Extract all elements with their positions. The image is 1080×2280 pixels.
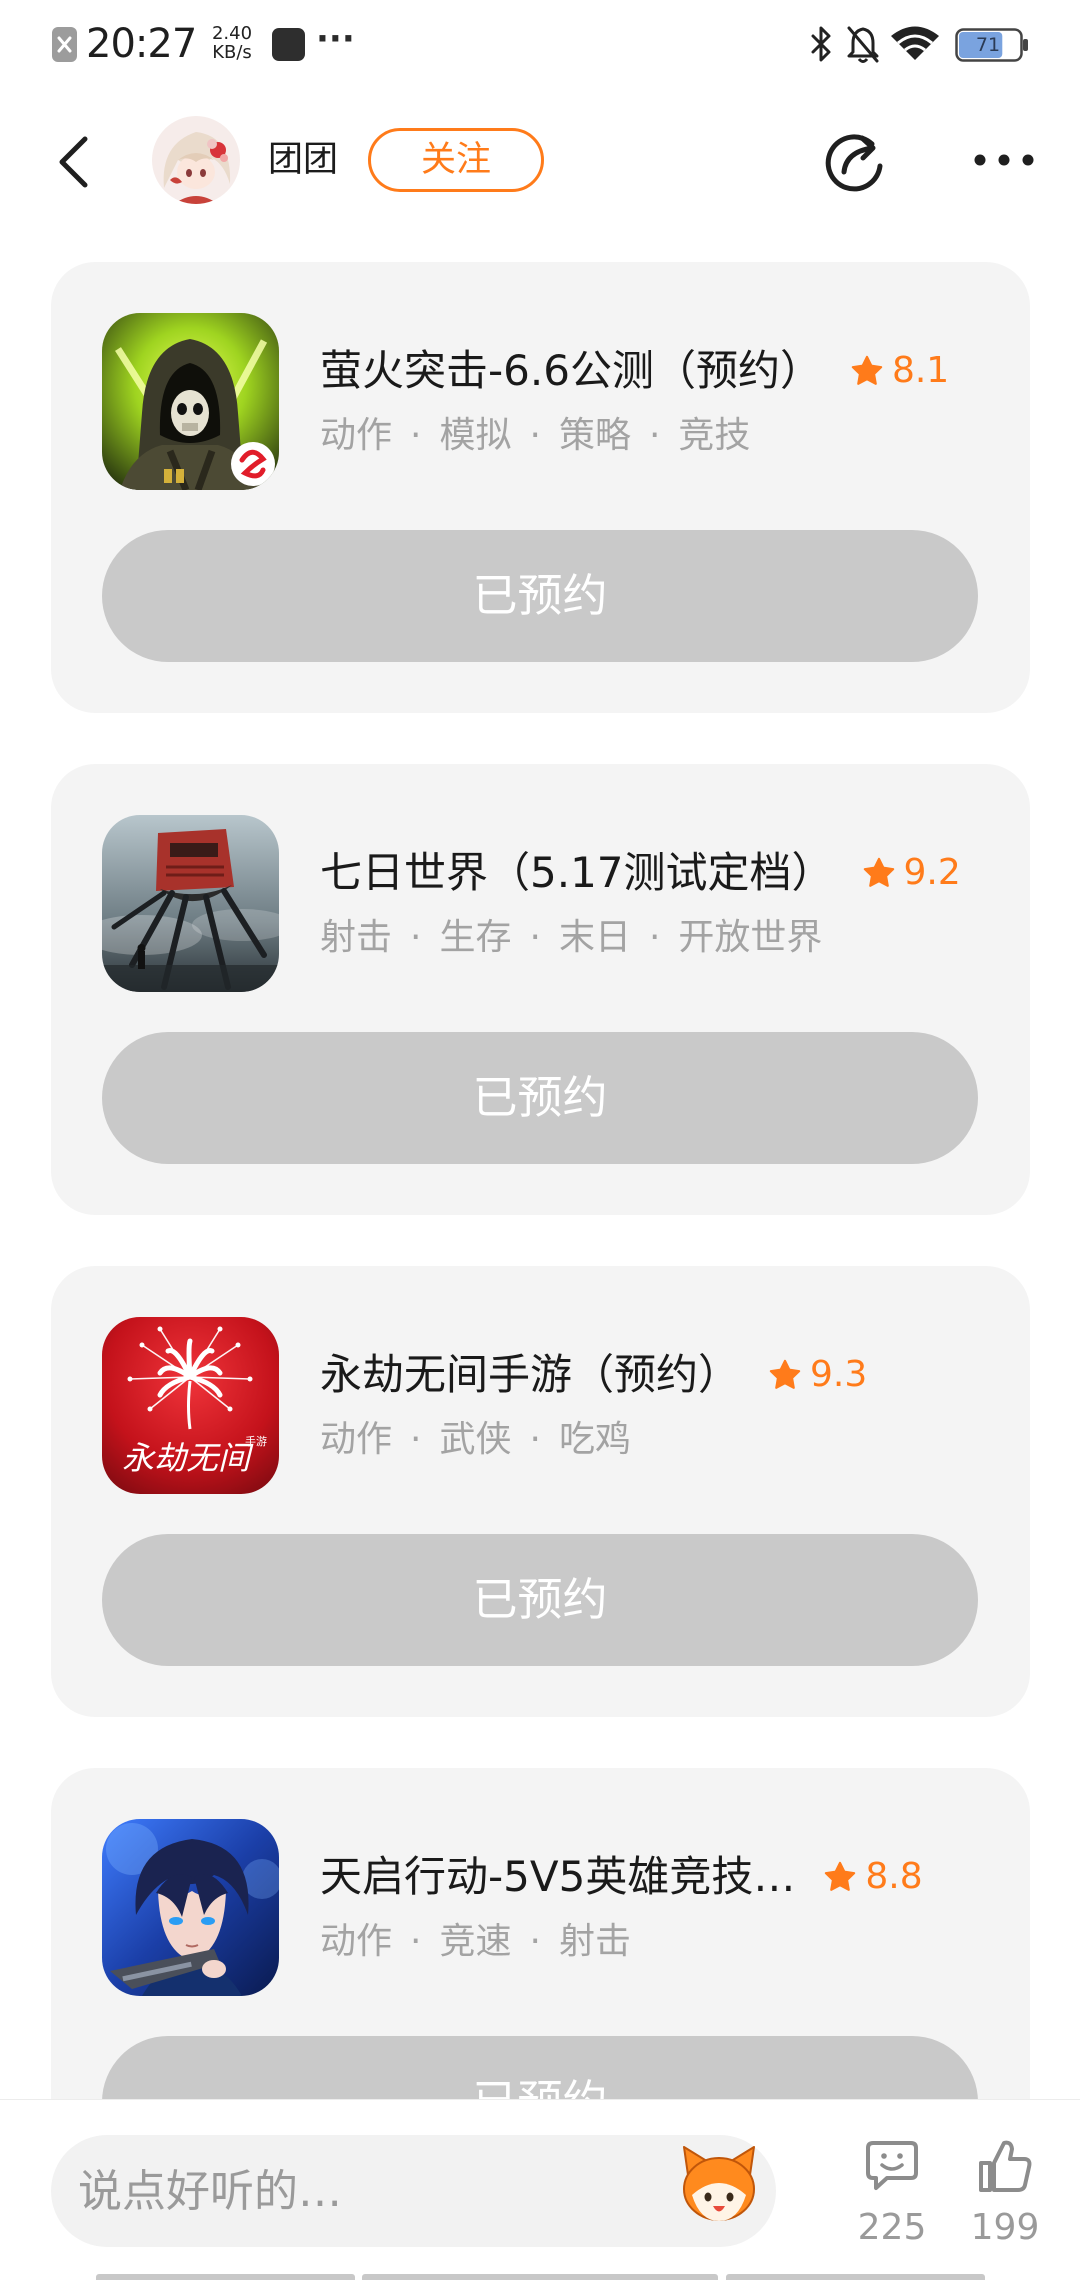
game-tag: 动作 — [320, 1921, 393, 1962]
notification-icon — [52, 27, 77, 62]
game-title-row: 天启行动-5V5英雄竞技… 8.8 — [320, 1850, 1000, 1904]
tag-separator: · — [529, 415, 541, 456]
game-tags: 射击 · 生存 · 末日 · 开放世界 — [320, 916, 822, 960]
rating-value: 9.3 — [810, 1354, 868, 1395]
bluetooth-icon — [811, 26, 831, 62]
game-tags: 动作 · 模拟 · 策略 · 竞技 — [320, 414, 750, 458]
game-card[interactable]: 七日世界（5.17测试定档） 9.2 射击 · 生存 · 末日 · 开放世界 已预约 — [51, 764, 1030, 1215]
tag-separator: · — [529, 917, 541, 958]
star-icon — [851, 355, 883, 385]
comment-count: 225 — [857, 2207, 927, 2248]
game-rating: 9.3 — [768, 1348, 867, 1402]
network-speed: 2.40 KB/s — [204, 24, 260, 62]
game-tag: 射击 — [320, 917, 393, 958]
star-icon — [863, 857, 894, 887]
avatar-image — [152, 116, 240, 204]
game-tag: 模拟 — [439, 415, 512, 456]
tag-separator: · — [529, 1921, 541, 1962]
spider-lily-icon[interactable]: 永劫无间 手游 — [102, 1317, 279, 1494]
share-icon[interactable] — [820, 126, 888, 194]
game-title-row: 七日世界（5.17测试定档） 9.2 — [320, 846, 1000, 900]
tag-separator: · — [648, 415, 661, 456]
mascot-emoji-icon[interactable] — [676, 2141, 762, 2227]
avatar[interactable] — [152, 116, 240, 204]
hooded-skull-soldier-icon[interactable] — [102, 313, 279, 490]
game-tags: 动作 · 竞速 · 射击 — [320, 1920, 631, 1964]
more-icon[interactable] — [970, 150, 1038, 170]
tag-separator: · — [410, 1921, 422, 1962]
author-name[interactable]: 团团 — [268, 136, 338, 184]
app-notification-icon — [272, 28, 305, 61]
game-tag: 生存 — [439, 917, 512, 958]
comment-input[interactable] — [78, 2135, 668, 2247]
game-rating: 8.8 — [823, 1850, 923, 1904]
bottom-peek-bar — [362, 2274, 718, 2280]
tag-separator: · — [410, 1419, 422, 1460]
network-speed-value: 2.40 — [211, 23, 253, 44]
game-tag: 末日 — [558, 917, 631, 958]
game-tag: 吃鸡 — [558, 1419, 631, 1460]
reserved-button[interactable]: 已预约 — [102, 1032, 978, 1164]
game-tag: 动作 — [320, 415, 393, 456]
game-tag: 竞技 — [678, 415, 751, 456]
follow-button[interactable]: 关注 — [368, 128, 544, 192]
game-tag: 动作 — [320, 1419, 393, 1460]
game-tag: 竞速 — [439, 1921, 512, 1962]
like-count: 199 — [970, 2207, 1040, 2248]
battery-level: 71 — [975, 34, 1001, 56]
game-title[interactable]: 永劫无间手游（预约） — [320, 1348, 740, 1402]
wifi-icon — [891, 26, 939, 60]
icon-logo-text: 永劫无间 — [122, 1439, 254, 1477]
game-title[interactable]: 天启行动-5V5英雄竞技… — [320, 1850, 795, 1904]
tag-separator: · — [529, 1419, 541, 1460]
game-title[interactable]: 七日世界（5.17测试定档） — [320, 846, 834, 900]
game-title-row: 萤火突击-6.6公测（预约） 8.1 — [320, 344, 1000, 398]
game-tag: 策略 — [558, 415, 631, 456]
game-tag: 射击 — [558, 1921, 631, 1962]
tag-separator: · — [410, 917, 422, 958]
more-notifications: ··· — [316, 19, 355, 59]
game-tags: 动作 · 武侠 · 吃鸡 — [320, 1418, 631, 1462]
star-icon — [769, 1359, 801, 1389]
comment-bar: 225 199 — [0, 2099, 1080, 2280]
game-tag: 武侠 — [439, 1419, 512, 1460]
status-time: 20:27 — [86, 21, 197, 67]
comment-icon[interactable] — [864, 2137, 920, 2193]
star-icon — [825, 1861, 856, 1891]
game-tag: 开放世界 — [678, 917, 823, 958]
rating-value: 8.1 — [891, 350, 950, 391]
game-title-row: 永劫无间手游（预约） 9.3 — [320, 1348, 1000, 1402]
anime-gunner-icon[interactable] — [102, 1819, 279, 1996]
game-rating: 8.1 — [850, 344, 949, 398]
rating-value: 9.2 — [903, 852, 961, 893]
red-train-creature-icon[interactable] — [102, 815, 279, 992]
game-card[interactable]: 永劫无间 手游 永劫无间手游（预约） 9.3 动作 · 武侠 · 吃鸡 已预约 — [51, 1266, 1030, 1717]
bottom-peek-bar — [726, 2274, 985, 2280]
game-title[interactable]: 萤火突击-6.6公测（预约） — [320, 344, 822, 398]
tag-separator: · — [410, 415, 422, 456]
tag-separator: · — [648, 917, 661, 958]
like-icon[interactable] — [976, 2137, 1034, 2195]
game-rating: 9.2 — [862, 846, 961, 900]
bell-muted-icon — [847, 26, 879, 63]
network-speed-unit: KB/s — [212, 42, 252, 63]
reserved-button[interactable]: 已预约 — [102, 1534, 978, 1666]
game-card[interactable]: 萤火突击-6.6公测（预约） 8.1 动作 · 模拟 · 策略 · 竞技 已预约 — [51, 262, 1030, 713]
reserved-button[interactable]: 已预约 — [102, 530, 978, 662]
rating-value: 8.8 — [865, 1856, 923, 1897]
back-arrow-icon[interactable] — [55, 134, 91, 190]
icon-logo-subtext: 手游 — [245, 1434, 267, 1448]
bottom-peek-bar — [96, 2274, 355, 2280]
